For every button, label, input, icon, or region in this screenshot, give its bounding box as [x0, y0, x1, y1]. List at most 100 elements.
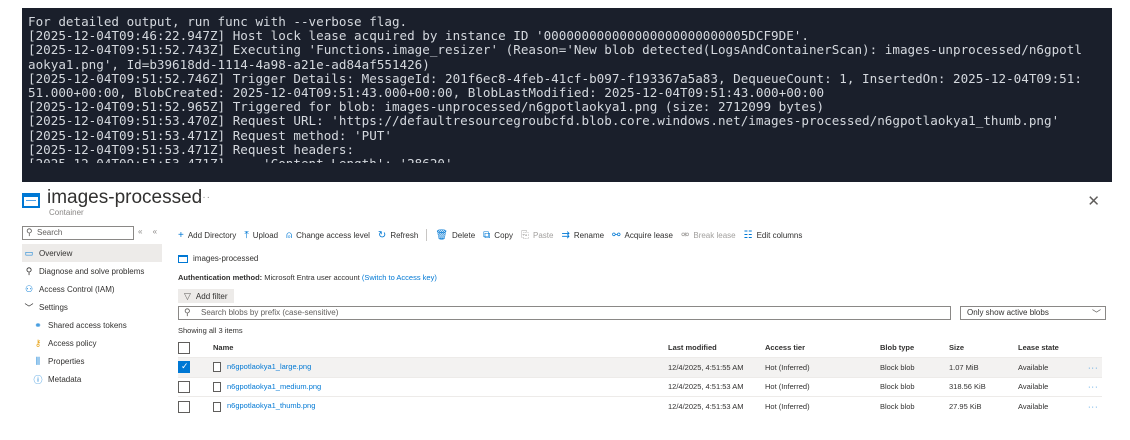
search-icon: ⚲ — [26, 227, 33, 237]
blob-search-placeholder: Search blobs by prefix (case-sensitive) — [201, 308, 339, 317]
row-checkbox[interactable] — [178, 400, 190, 413]
filter-icon: ▽ — [184, 290, 191, 301]
button-label: Paste — [532, 230, 554, 240]
add-directory-button[interactable]: + Add Directory — [178, 230, 236, 241]
more-options-button[interactable]: ··· — [198, 192, 211, 203]
breadcrumb-label: images-processed — [193, 254, 259, 263]
close-button[interactable]: ✕ — [1087, 192, 1100, 210]
menu-item-access-policy[interactable]: ⚷ Access policy — [22, 334, 162, 352]
button-label: Add Directory — [187, 230, 237, 240]
menu-item-shared-access-tokens[interactable]: ⚭ Shared access tokens — [22, 316, 162, 334]
authentication-method: Authentication method: Microsoft Entra u… — [178, 273, 437, 282]
refresh-button[interactable]: ↻ Refresh — [378, 230, 418, 241]
container-icon — [178, 254, 188, 263]
copy-button[interactable]: ⧉ Copy — [483, 230, 513, 241]
blob-name-link[interactable]: n6gpotlaokya1_large.png — [227, 362, 311, 371]
file-icon — [213, 362, 221, 373]
cell-size: 27.95 KiB — [949, 402, 982, 411]
menu-item-label: Overview — [39, 248, 73, 258]
table-row[interactable]: n6gpotlaokya1_medium.png 12/4/2025, 4:51… — [178, 377, 1102, 397]
link-icon: ⚯ — [612, 229, 621, 241]
properties-icon: ⫼ — [35, 355, 41, 366]
cell-last-modified: 12/4/2025, 4:51:53 AM — [668, 402, 744, 411]
button-label: Add filter — [195, 291, 228, 301]
menu-item-diagnose[interactable]: ⚲ Diagnose and solve problems — [22, 262, 162, 280]
auth-label: Authentication method: — [178, 273, 263, 282]
cell-blob-type: Block blob — [880, 402, 915, 411]
change-access-level-button[interactable]: ⍝ Change access level — [286, 230, 370, 241]
menu-item-label: Diagnose and solve problems — [39, 266, 145, 276]
plus-icon: + — [178, 229, 184, 241]
upload-icon: ⤒ — [244, 229, 249, 241]
active-blobs-dropdown[interactable]: Only show active blobs ﹀ — [960, 306, 1106, 320]
column-header-name[interactable]: Name — [213, 338, 668, 358]
row-more-button[interactable]: ··· — [1088, 382, 1099, 391]
menu-item-overview[interactable]: ▭ Overview — [22, 244, 162, 262]
terminal-line: [2025-12-04T09:51:53.470Z] Request URL: … — [28, 113, 1060, 129]
menu-item-iam[interactable]: ⚇ Access Control (IAM) — [22, 280, 162, 298]
paste-icon: ⎘ — [520, 229, 529, 241]
paste-button[interactable]: ⎘ Paste — [521, 230, 553, 241]
add-filter-button[interactable]: ▽ Add filter — [178, 289, 234, 303]
cell-last-modified: 12/4/2025, 4:51:55 AM — [668, 362, 744, 372]
terminal-line: [2025-12-04T09:51:53.471Z] 'Content-Leng… — [28, 157, 1112, 163]
key-icon: ⚷ — [34, 337, 42, 348]
rename-icon: ⇉ — [561, 229, 570, 241]
menu-item-label: Metadata — [48, 374, 82, 384]
menu-item-label: Settings — [39, 302, 68, 312]
row-checkbox[interactable] — [178, 380, 190, 393]
rename-button[interactable]: ⇉ Rename — [561, 230, 604, 241]
acquire-lease-button[interactable]: ⚯ Acquire lease — [612, 230, 673, 241]
menu-search-input[interactable]: ⚲ Search — [22, 226, 134, 240]
column-header-access-tier[interactable]: Access tier — [765, 338, 880, 358]
row-checkbox[interactable] — [178, 361, 190, 374]
menu-item-metadata[interactable]: ⓘ Metadata — [22, 370, 162, 388]
upload-button[interactable]: ⤒ Upload — [244, 230, 278, 241]
collapse-menu-button[interactable]: « « — [138, 227, 161, 236]
button-label: Delete — [452, 230, 476, 240]
column-header-lease-state[interactable]: Lease state — [1018, 338, 1088, 358]
table-header-row: Name Last modified Access tier Blob type… — [178, 338, 1102, 358]
menu-group-settings[interactable]: ﹀ Settings — [22, 298, 162, 316]
terminal-output: For detailed output, run func with --ver… — [22, 8, 1112, 182]
select-all-checkbox[interactable] — [178, 341, 190, 354]
blob-name-link[interactable]: n6gpotlaokya1_medium.png — [227, 382, 321, 391]
terminal-line: [2025-12-04T09:46:22.947Z] Host lock lea… — [28, 28, 809, 44]
file-icon — [213, 381, 221, 392]
terminal-line: [2025-12-04T09:51:52.965Z] Triggered for… — [28, 99, 825, 115]
terminal-line: [2025-12-04T09:51:53.471Z] Request heade… — [28, 141, 355, 157]
table-row[interactable]: n6gpotlaokya1_large.png 12/4/2025, 4:51:… — [178, 357, 1102, 377]
column-header-blob-type[interactable]: Blob type — [880, 338, 949, 358]
menu-search-placeholder: Search — [37, 228, 63, 237]
delete-button[interactable]: 🗑︎ Delete — [435, 230, 475, 241]
menu-item-properties[interactable]: ⫼ Properties — [22, 352, 162, 370]
chevron-down-icon: ﹀ — [1091, 309, 1101, 319]
cell-size: 1.07 MiB — [949, 362, 979, 372]
button-label: Break lease — [693, 230, 736, 240]
switch-auth-link[interactable]: (Switch to Access key) — [362, 273, 437, 282]
blob-name-link[interactable]: n6gpotlaokya1_thumb.png — [227, 401, 315, 410]
lock-icon: ⍝ — [286, 229, 293, 241]
table-row[interactable]: n6gpotlaokya1_thumb.png 12/4/2025, 4:51:… — [178, 396, 1102, 417]
edit-columns-button[interactable]: ☷ Edit columns — [744, 230, 803, 241]
copy-icon: ⧉ — [483, 229, 491, 241]
menu-item-label: Properties — [48, 356, 85, 366]
row-more-button[interactable]: ··· — [1088, 402, 1099, 411]
page-title: images-processed — [47, 187, 203, 208]
columns-icon: ☷ — [743, 229, 753, 241]
link-icon: ⚭ — [34, 319, 42, 330]
row-more-button[interactable]: ··· — [1088, 363, 1099, 372]
break-lease-button[interactable]: ⚮ Break lease — [681, 230, 736, 241]
cell-size: 318.56 KiB — [949, 382, 986, 392]
menu-list: ▭ Overview ⚲ Diagnose and solve problems… — [22, 244, 162, 388]
blob-search-input[interactable]: ⚲ Search blobs by prefix (case-sensitive… — [178, 306, 951, 320]
terminal-line: 51.000+00:00, BlobCreated: 2025-12-04T09… — [28, 85, 825, 101]
trash-icon: 🗑︎ — [435, 229, 449, 241]
cell-access-tier: Hot (Inferred) — [765, 362, 810, 372]
blade-header: images-processed Container ··· ✕ — [22, 186, 1112, 218]
cell-access-tier: Hot (Inferred) — [765, 382, 810, 392]
cell-blob-type: Block blob — [880, 362, 915, 372]
column-header-size[interactable]: Size — [949, 338, 1018, 358]
column-header-last-modified[interactable]: Last modified — [668, 338, 765, 358]
breadcrumb: images-processed — [178, 254, 258, 263]
